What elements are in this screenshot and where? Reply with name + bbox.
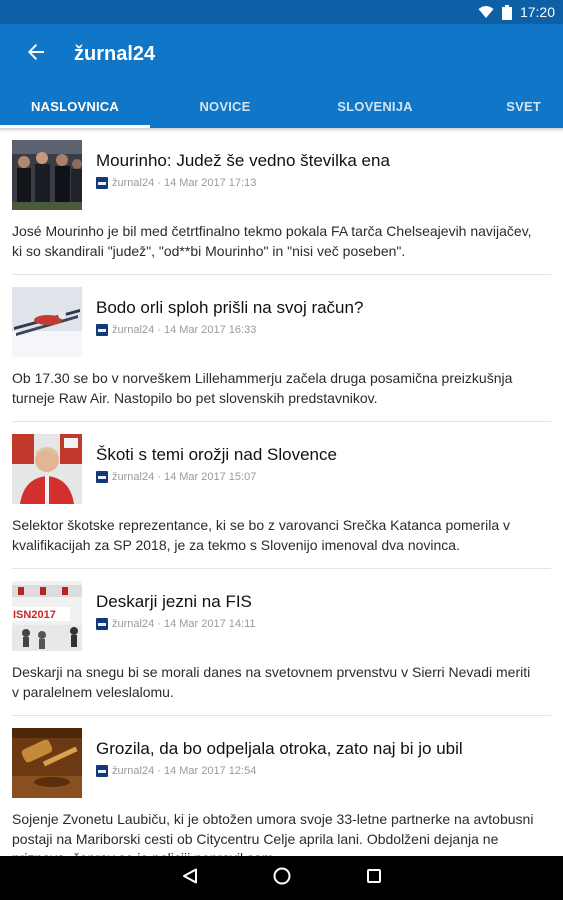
tab-label: SVET — [506, 98, 541, 114]
article-meta: žurnal24 · 14 Mar 2017 17:13 — [112, 177, 257, 189]
system-nav-bar — [0, 856, 563, 900]
arrow-back-icon — [26, 42, 46, 67]
nav-home-button[interactable] — [236, 856, 328, 900]
article-title: Deskarji jezni na FIS — [96, 592, 252, 611]
tab-slovenija[interactable]: SLOVENIJA — [300, 84, 450, 128]
tab-novice[interactable]: NOVICE — [150, 84, 300, 128]
article-item[interactable]: Bodo orli sploh prišli na svoj račun? žu… — [0, 275, 563, 422]
recents-square-icon — [366, 868, 382, 889]
article-feed[interactable]: Mourinho: Judež še vedno številka ena žu… — [0, 128, 563, 856]
back-triangle-icon — [182, 868, 198, 889]
article-meta: žurnal24 · 14 Mar 2017 12:54 — [112, 765, 257, 777]
article-title: Škoti s temi orožji nad Slovence — [96, 445, 337, 464]
article-thumbnail-football-players — [12, 140, 82, 210]
article-title: Grozila, da bo odpeljala otroka, zato na… — [96, 739, 463, 758]
article-title: Mourinho: Judež še vedno številka ena — [96, 151, 390, 170]
app-bar: žurnal24 — [0, 24, 563, 84]
tab-naslovnica[interactable]: NASLOVNICA — [0, 84, 150, 128]
zurnal24-logo-icon — [96, 765, 108, 777]
article-thumbnail-ski-jumper — [12, 287, 82, 357]
article-summary: Selektor škotske reprezentance, ki se bo… — [12, 517, 511, 553]
article-meta: žurnal24 · 14 Mar 2017 14:11 — [112, 618, 256, 630]
nav-recents-button[interactable] — [328, 856, 420, 900]
zurnal24-logo-icon — [96, 324, 108, 336]
article-item[interactable]: ISN2017 Deskarji jezni na FIS žurnal24 ·… — [0, 569, 563, 716]
article-thumbnail-snowboard: ISN2017 — [12, 581, 82, 651]
wifi-icon — [478, 5, 494, 19]
article-summary: Ob 17.30 se bo v norveškem Lillehammerju… — [12, 370, 513, 406]
article-meta: žurnal24 · 14 Mar 2017 15:07 — [112, 471, 257, 483]
article-thumbnail-gavel — [12, 728, 82, 798]
home-circle-icon — [273, 867, 291, 890]
article-title: Bodo orli sploh prišli na svoj račun? — [96, 298, 364, 317]
battery-icon — [501, 4, 512, 20]
tab-label: NOVICE — [199, 98, 251, 114]
zurnal24-logo-icon — [96, 618, 108, 630]
zurnal24-logo-icon — [96, 471, 108, 483]
article-thumbnail-coach — [12, 434, 82, 504]
svg-text:ISN2017: ISN2017 — [13, 609, 56, 621]
article-summary: José Mourinho je bil med četrtfinalno te… — [12, 223, 532, 259]
back-button[interactable] — [8, 26, 64, 82]
article-meta: žurnal24 · 14 Mar 2017 16:33 — [112, 324, 257, 336]
nav-back-button[interactable] — [144, 856, 236, 900]
app-title: žurnal24 — [74, 42, 156, 65]
tab-bar-shadow — [0, 128, 563, 132]
zurnal24-logo-icon — [96, 177, 108, 189]
article-item[interactable]: Grozila, da bo odpeljala otroka, zato na… — [0, 716, 563, 856]
article-item[interactable]: Mourinho: Judež še vedno številka ena žu… — [0, 128, 563, 275]
tab-label: SLOVENIJA — [337, 98, 413, 114]
article-item[interactable]: Škoti s temi orožji nad Slovence žurnal2… — [0, 422, 563, 569]
tab-bar: NASLOVNICA NOVICE SLOVENIJA SVET — [0, 84, 563, 128]
status-time: 17:20 — [519, 4, 555, 20]
tab-label: NASLOVNICA — [31, 98, 119, 114]
status-bar: 17:20 — [0, 0, 563, 24]
article-summary: Sojenje Zvonetu Laubiču, ki je obtožen u… — [12, 811, 534, 856]
article-summary: Deskarji na snegu bi se morali danes na … — [12, 664, 531, 700]
tab-svet[interactable]: SVET — [450, 84, 563, 128]
